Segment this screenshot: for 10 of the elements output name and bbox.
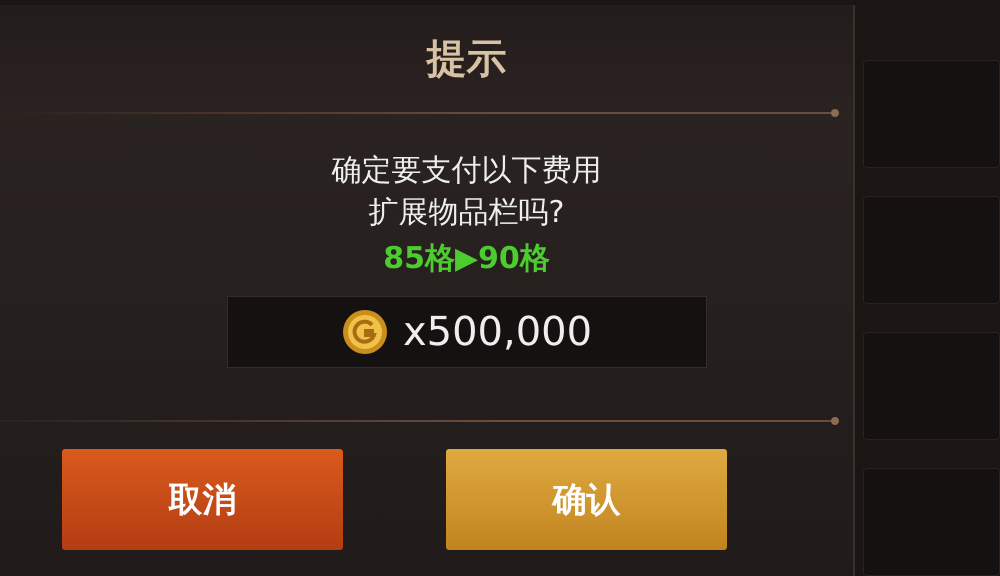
divider-dot — [831, 417, 839, 425]
confirm-button[interactable]: 确认 — [446, 449, 727, 550]
cost-amount: x500,000 — [402, 309, 592, 355]
dialog-title: 提示 — [426, 35, 506, 84]
coin-icon — [340, 308, 389, 356]
slot-change-text: 85格▶90格 — [383, 240, 550, 278]
cancel-button[interactable]: 取消 — [62, 449, 343, 550]
message-text: 扩展物品栏吗? — [368, 194, 564, 232]
message-text: 确定要支付以下费用 — [332, 152, 602, 190]
divider-dot — [831, 109, 839, 117]
